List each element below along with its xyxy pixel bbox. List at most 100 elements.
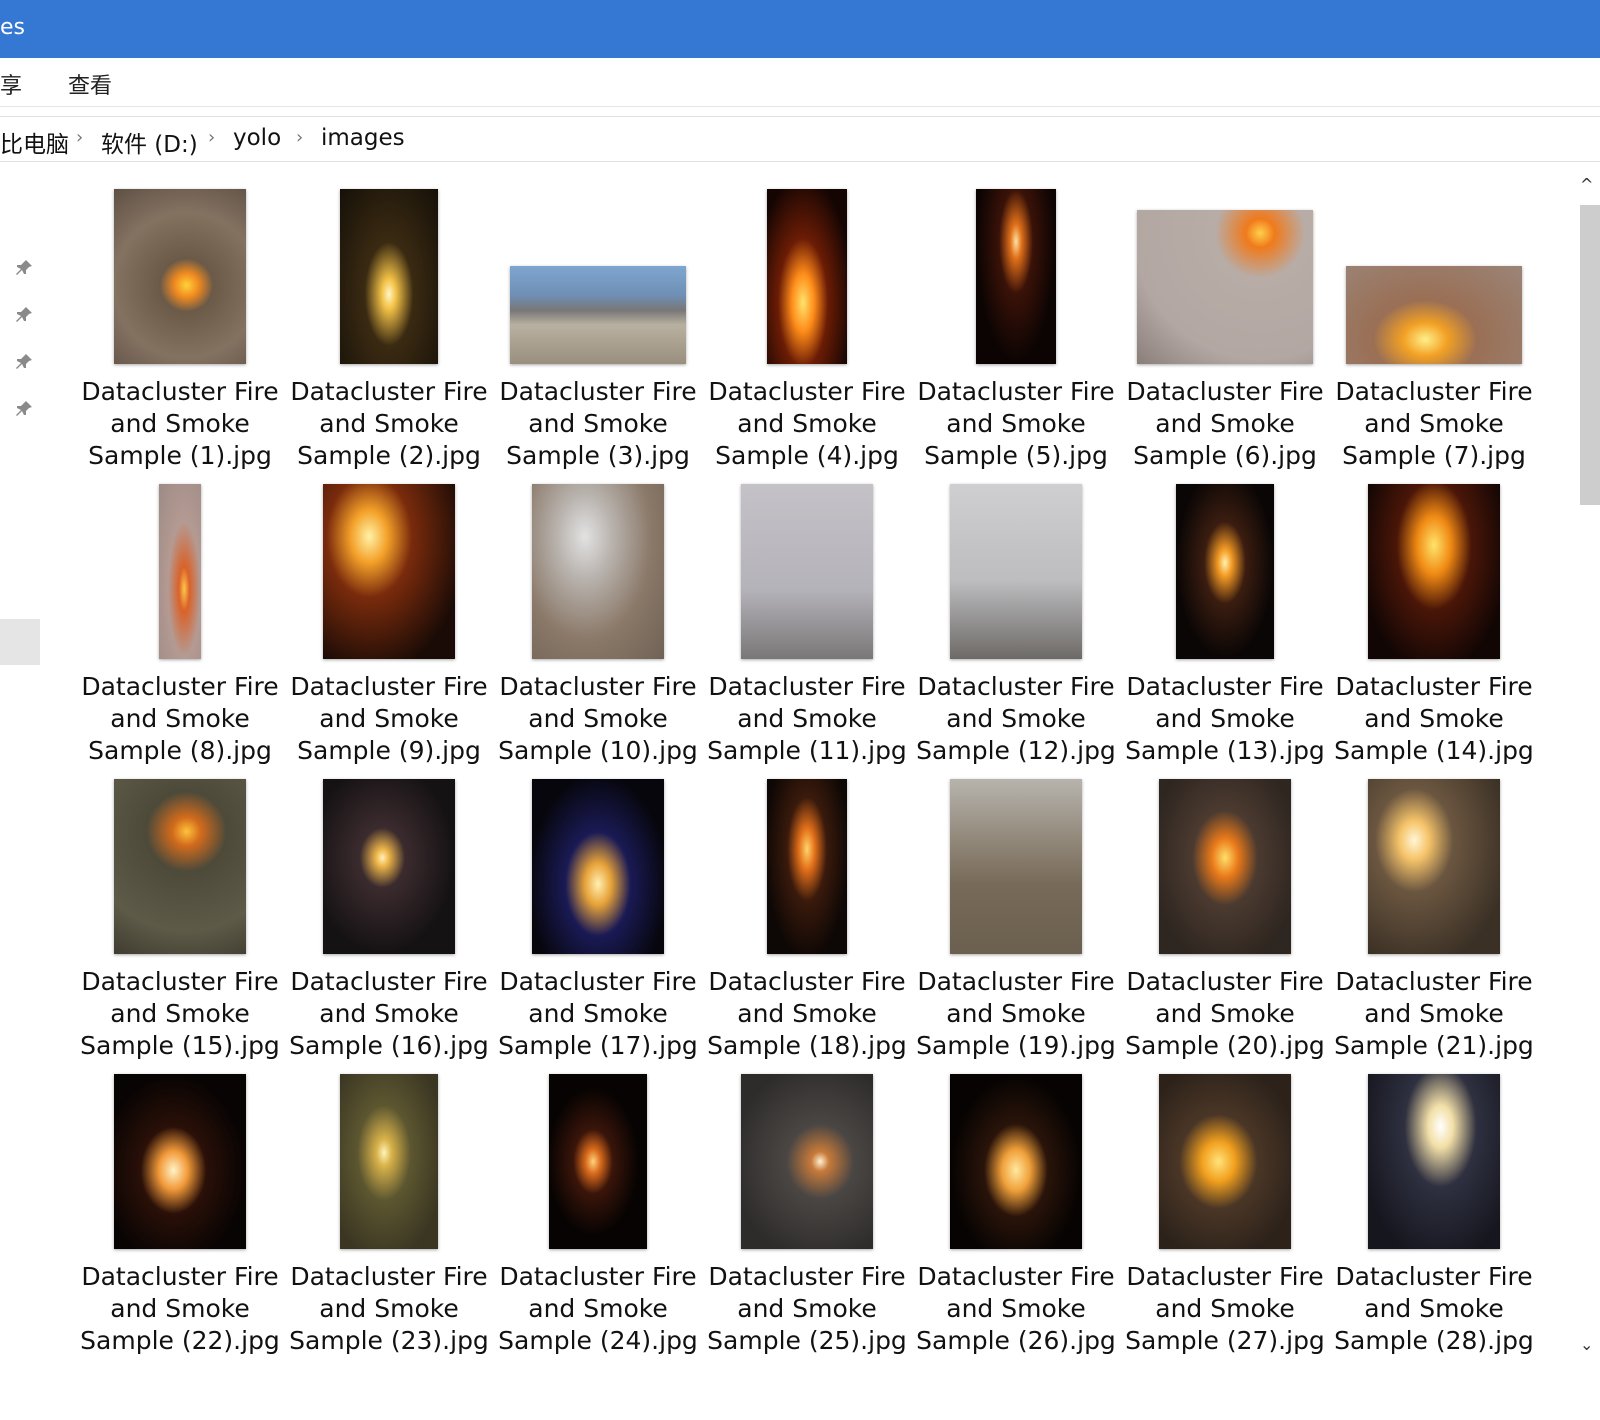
- chevron-right-icon[interactable]: ›: [296, 127, 303, 148]
- image-thumbnail[interactable]: [1368, 779, 1500, 954]
- pin-icon[interactable]: [14, 399, 34, 419]
- scroll-down-icon[interactable]: ⌄: [1580, 1335, 1593, 1354]
- file-name-label[interactable]: Datacluster Fire and Smoke Sample (7).jpg: [1330, 376, 1538, 472]
- image-thumbnail[interactable]: [340, 189, 438, 364]
- tab-view[interactable]: 查看: [68, 68, 112, 100]
- file-name-label[interactable]: Datacluster Fire and Smoke Sample (28).jpg: [1330, 1261, 1538, 1357]
- image-thumbnail[interactable]: [741, 1074, 873, 1249]
- scroll-up-icon[interactable]: ^: [1580, 175, 1593, 194]
- file-name-label[interactable]: Datacluster Fire and Smoke Sample (22).jpg: [76, 1261, 284, 1357]
- file-item[interactable]: Datacluster Fire and Smoke Sample (8).jpg: [81, 483, 279, 783]
- vertical-scrollbar[interactable]: ^ ⌄: [1576, 175, 1600, 1390]
- image-thumbnail[interactable]: [532, 484, 664, 659]
- chevron-right-icon[interactable]: ›: [208, 127, 215, 148]
- file-name-label[interactable]: Datacluster Fire and Smoke Sample (25).jpg: [703, 1261, 911, 1357]
- file-item[interactable]: Datacluster Fire and Smoke Sample (19).jpg: [916, 778, 1116, 1078]
- file-item[interactable]: Datacluster Fire and Smoke Sample (16).jpg: [289, 778, 489, 1078]
- file-name-label[interactable]: Datacluster Fire and Smoke Sample (5).jpg: [912, 376, 1120, 472]
- file-name-label[interactable]: Datacluster Fire and Smoke Sample (15).jpg: [76, 966, 284, 1062]
- file-name-label[interactable]: Datacluster Fire and Smoke Sample (24).jpg: [494, 1261, 702, 1357]
- image-thumbnail[interactable]: [950, 484, 1082, 659]
- file-name-label[interactable]: Datacluster Fire and Smoke Sample (2).jpg: [285, 376, 493, 472]
- file-name-label[interactable]: Datacluster Fire and Smoke Sample (10).jpg: [494, 671, 702, 767]
- image-thumbnail[interactable]: [1137, 210, 1313, 364]
- file-name-label[interactable]: Datacluster Fire and Smoke Sample (4).jpg: [703, 376, 911, 472]
- file-item[interactable]: Datacluster Fire and Smoke Sample (25).jpg: [707, 1073, 907, 1373]
- file-item[interactable]: Datacluster Fire and Smoke Sample (23).jpg: [289, 1073, 489, 1373]
- breadcrumb-this-pc[interactable]: 比电脑: [0, 125, 69, 159]
- breadcrumb[interactable]: 比电脑 › 软件 (D:) › yolo › images: [0, 116, 1600, 162]
- image-thumbnail[interactable]: [767, 779, 847, 954]
- file-name-label[interactable]: Datacluster Fire and Smoke Sample (6).jpg: [1121, 376, 1329, 472]
- image-thumbnail[interactable]: [1159, 779, 1291, 954]
- image-thumbnail[interactable]: [976, 189, 1056, 364]
- image-thumbnail[interactable]: [950, 779, 1082, 954]
- image-thumbnail[interactable]: [323, 779, 455, 954]
- file-item[interactable]: Datacluster Fire and Smoke Sample (9).jpg: [290, 483, 488, 783]
- file-item[interactable]: Datacluster Fire and Smoke Sample (6).jpg: [1126, 188, 1324, 488]
- image-thumbnail[interactable]: [114, 189, 246, 364]
- file-name-label[interactable]: Datacluster Fire and Smoke Sample (12).jpg: [912, 671, 1120, 767]
- file-name-label[interactable]: Datacluster Fire and Smoke Sample (19).jpg: [912, 966, 1120, 1062]
- pin-icon[interactable]: [14, 352, 34, 372]
- file-item[interactable]: Datacluster Fire and Smoke Sample (27).jpg: [1125, 1073, 1325, 1373]
- file-name-label[interactable]: Datacluster Fire and Smoke Sample (23).jpg: [285, 1261, 493, 1357]
- image-thumbnail[interactable]: [532, 779, 664, 954]
- chevron-right-icon[interactable]: ›: [76, 127, 83, 148]
- file-item[interactable]: Datacluster Fire and Smoke Sample (14).jpg: [1334, 483, 1534, 783]
- file-item[interactable]: Datacluster Fire and Smoke Sample (4).jpg: [708, 188, 906, 488]
- file-item[interactable]: Datacluster Fire and Smoke Sample (12).jpg: [916, 483, 1116, 783]
- file-item[interactable]: Datacluster Fire and Smoke Sample (15).jpg: [80, 778, 280, 1078]
- file-name-label[interactable]: Datacluster Fire and Smoke Sample (3).jpg: [494, 376, 702, 472]
- image-thumbnail[interactable]: [549, 1074, 647, 1249]
- image-thumbnail[interactable]: [1368, 484, 1500, 659]
- scrollbar-thumb[interactable]: [1580, 205, 1600, 505]
- file-name-label[interactable]: Datacluster Fire and Smoke Sample (17).jpg: [494, 966, 702, 1062]
- file-item[interactable]: Datacluster Fire and Smoke Sample (28).jpg: [1334, 1073, 1534, 1373]
- file-name-label[interactable]: Datacluster Fire and Smoke Sample (9).jpg: [285, 671, 493, 767]
- file-name-label[interactable]: Datacluster Fire and Smoke Sample (16).jpg: [285, 966, 493, 1062]
- image-thumbnail[interactable]: [323, 484, 455, 659]
- image-thumbnail[interactable]: [340, 1074, 438, 1249]
- image-thumbnail[interactable]: [1176, 484, 1274, 659]
- file-item[interactable]: Datacluster Fire and Smoke Sample (11).jpg: [707, 483, 907, 783]
- pin-icon[interactable]: [14, 305, 34, 325]
- file-name-label[interactable]: Datacluster Fire and Smoke Sample (18).jpg: [703, 966, 911, 1062]
- image-thumbnail[interactable]: [1368, 1074, 1500, 1249]
- file-name-label[interactable]: Datacluster Fire and Smoke Sample (21).jpg: [1330, 966, 1538, 1062]
- file-item[interactable]: Datacluster Fire and Smoke Sample (2).jpg: [290, 188, 488, 488]
- file-name-label[interactable]: Datacluster Fire and Smoke Sample (27).jpg: [1121, 1261, 1329, 1357]
- file-name-label[interactable]: Datacluster Fire and Smoke Sample (8).jpg: [76, 671, 284, 767]
- image-thumbnail[interactable]: [741, 484, 873, 659]
- image-thumbnail[interactable]: [950, 1074, 1082, 1249]
- image-thumbnail[interactable]: [1346, 266, 1522, 364]
- file-item[interactable]: Datacluster Fire and Smoke Sample (20).jpg: [1125, 778, 1325, 1078]
- nav-selected-item[interactable]: [0, 619, 40, 665]
- file-name-label[interactable]: Datacluster Fire and Smoke Sample (26).jpg: [912, 1261, 1120, 1357]
- file-name-label[interactable]: Datacluster Fire and Smoke Sample (13).jpg: [1121, 671, 1329, 767]
- file-item[interactable]: Datacluster Fire and Smoke Sample (7).jpg: [1335, 188, 1533, 488]
- image-thumbnail[interactable]: [510, 266, 686, 364]
- breadcrumb-drive-d[interactable]: 软件 (D:): [101, 125, 198, 159]
- file-item[interactable]: Datacluster Fire and Smoke Sample (24).jpg: [498, 1073, 698, 1373]
- image-thumbnail[interactable]: [114, 1074, 246, 1249]
- file-item[interactable]: Datacluster Fire and Smoke Sample (18).jpg: [707, 778, 907, 1078]
- pin-icon[interactable]: [14, 258, 34, 278]
- file-item[interactable]: Datacluster Fire and Smoke Sample (22).jpg: [80, 1073, 280, 1373]
- breadcrumb-yolo[interactable]: yolo: [233, 125, 281, 151]
- breadcrumb-images[interactable]: images: [321, 125, 405, 151]
- file-item[interactable]: Datacluster Fire and Smoke Sample (26).jpg: [916, 1073, 1116, 1373]
- file-item[interactable]: Datacluster Fire and Smoke Sample (3).jpg: [499, 188, 697, 488]
- image-thumbnail[interactable]: [1159, 1074, 1291, 1249]
- image-thumbnail[interactable]: [159, 484, 201, 659]
- file-item[interactable]: Datacluster Fire and Smoke Sample (13).jpg: [1125, 483, 1325, 783]
- file-item[interactable]: Datacluster Fire and Smoke Sample (1).jpg: [81, 188, 279, 488]
- file-item[interactable]: Datacluster Fire and Smoke Sample (5).jpg: [917, 188, 1115, 488]
- file-name-label[interactable]: Datacluster Fire and Smoke Sample (11).jpg: [703, 671, 911, 767]
- image-thumbnail[interactable]: [114, 779, 246, 954]
- image-thumbnail[interactable]: [767, 189, 847, 364]
- tab-share[interactable]: 享: [0, 68, 22, 100]
- file-item[interactable]: Datacluster Fire and Smoke Sample (21).jpg: [1334, 778, 1534, 1078]
- file-item[interactable]: Datacluster Fire and Smoke Sample (10).jpg: [498, 483, 698, 783]
- file-name-label[interactable]: Datacluster Fire and Smoke Sample (1).jpg: [76, 376, 284, 472]
